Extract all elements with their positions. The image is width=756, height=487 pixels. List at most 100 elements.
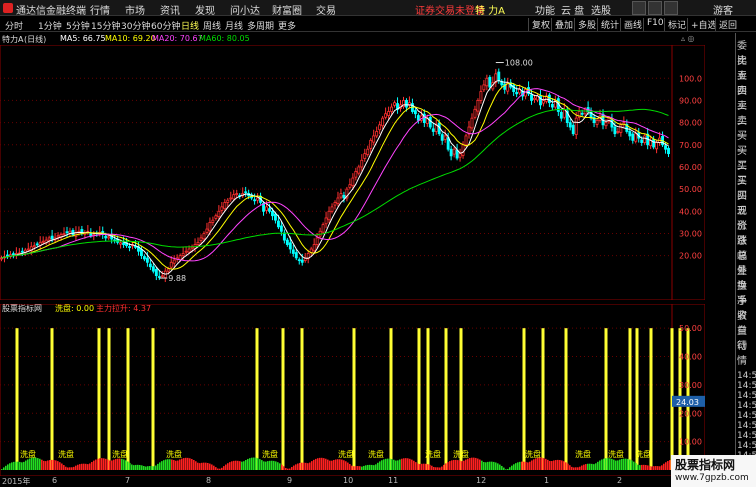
histogram-bar — [405, 458, 407, 470]
candle-body — [157, 276, 161, 278]
histogram-bar — [579, 466, 581, 470]
histogram-bar — [431, 465, 433, 470]
tab-5min[interactable]: 5分钟 — [66, 19, 90, 32]
histogram-bar — [153, 466, 155, 470]
signal-bar — [649, 328, 653, 470]
histogram-bar — [521, 461, 523, 470]
histogram-bar — [301, 462, 303, 470]
tab-intraday[interactable]: 分时 — [5, 19, 23, 32]
back-button[interactable]: 返回 — [715, 18, 740, 31]
histogram-bar — [573, 467, 575, 470]
menu-wealth-circle[interactable]: 财富圈 — [272, 2, 302, 17]
signal-bar — [417, 328, 421, 470]
tab-weekly[interactable]: 周线 — [203, 19, 221, 32]
tab-daily[interactable]: 日线 — [181, 19, 199, 32]
histogram-bar — [581, 465, 583, 470]
candle-body — [348, 184, 352, 188]
mark-button[interactable]: 标记 — [664, 18, 689, 31]
histogram-bar — [649, 466, 651, 470]
candle-body — [199, 237, 203, 241]
tab-multi-period[interactable]: 多周期 — [247, 19, 274, 32]
candle-body — [6, 254, 9, 257]
histogram-bar — [203, 462, 205, 470]
candle-body — [142, 256, 146, 260]
candle-body — [384, 113, 388, 118]
histogram-bar — [297, 463, 299, 470]
histogram-bar — [457, 460, 459, 470]
wash-tag-label: 洗盘 — [58, 449, 74, 459]
multi-stock-button[interactable]: 多股 — [574, 18, 599, 31]
minimize-button[interactable] — [632, 1, 646, 15]
price-tick-label: 40.00 — [679, 207, 702, 216]
histogram-bar — [367, 464, 369, 470]
histogram-bar — [395, 460, 397, 470]
draw-line-button[interactable]: 画线 — [620, 18, 645, 31]
histogram-bar — [9, 463, 11, 470]
histogram-bar — [561, 460, 563, 470]
histogram-bar — [541, 457, 543, 470]
histogram-bar — [399, 459, 401, 470]
menu-quotes[interactable]: 行情 — [90, 2, 110, 17]
maximize-button[interactable] — [648, 1, 662, 15]
histogram-bar — [641, 464, 643, 470]
menu-discover[interactable]: 发现 — [195, 2, 215, 17]
menu-cloud[interactable]: 云 盘 — [561, 2, 584, 17]
signal-bar — [459, 328, 463, 470]
tab-60min[interactable]: 60分钟 — [151, 19, 180, 32]
indicator-chart[interactable]: 洗盘 洗盘 洗盘 洗盘 洗盘 洗盘 洗盘 洗盘 洗盘 洗盘 洗盘 洗盘 洗盘 50.00 40.00 30.… — [0, 304, 705, 476]
histogram-bar — [63, 465, 65, 470]
histogram-bar — [565, 462, 567, 470]
trade-time: 14:50 — [737, 411, 756, 421]
histogram-bar — [255, 457, 257, 470]
tab-monthly[interactable]: 月线 — [225, 19, 243, 32]
candle-body — [652, 139, 656, 148]
candle-body — [256, 197, 260, 201]
histogram-bar — [283, 466, 285, 470]
histogram-bar — [421, 463, 423, 470]
histogram-bar — [553, 460, 555, 470]
statistics-button[interactable]: 统计 — [597, 18, 622, 31]
date-label-9: 9 — [287, 476, 293, 485]
overlay-button[interactable]: 叠加 — [551, 18, 576, 31]
menu-ask-assistant[interactable]: 问小达 — [230, 2, 260, 17]
histogram-bar — [309, 462, 311, 470]
candle-body — [655, 142, 659, 150]
candle-body — [628, 131, 632, 137]
date-label-8: 8 — [206, 476, 212, 485]
tab-more[interactable]: 更多 — [278, 19, 296, 32]
menu-news[interactable]: 资讯 — [160, 2, 180, 17]
tab-1min[interactable]: 1分钟 — [38, 19, 62, 32]
tab-30min[interactable]: 30分钟 — [121, 19, 150, 32]
histogram-bar — [239, 461, 241, 470]
price-tick-label: 60.00 — [679, 163, 702, 172]
histogram-bar — [107, 459, 109, 470]
candlestick-chart[interactable]: 100.0 90.00 80.00 70.00 60.00 50.00 40.00 30.00… — [0, 45, 705, 300]
histogram-bar — [455, 459, 457, 470]
chart-settings-icon[interactable]: ▵ ◎ — [681, 34, 695, 43]
histogram-bar — [81, 463, 83, 470]
histogram-bar — [653, 466, 655, 470]
candle-body — [440, 134, 444, 141]
menu-functions[interactable]: 功能 — [535, 2, 555, 17]
close-button[interactable] — [664, 1, 678, 15]
histogram-bar — [7, 464, 9, 470]
histogram-bar — [231, 461, 233, 470]
signal-bar — [444, 328, 448, 470]
menu-market[interactable]: 市场 — [125, 2, 145, 17]
histogram-bar — [295, 464, 297, 470]
menu-trade[interactable]: 交易 — [316, 2, 336, 17]
tab-15min[interactable]: 15分钟 — [91, 19, 120, 32]
histogram-bar — [333, 459, 335, 470]
histogram-bar — [49, 460, 51, 470]
candle-body — [604, 122, 608, 127]
histogram-bar — [343, 460, 345, 470]
histogram-bar — [235, 460, 237, 470]
sidebar-label[interactable]: 行情 — [737, 337, 756, 367]
histogram-bar — [315, 458, 317, 470]
adjust-button[interactable]: 复权 — [528, 18, 553, 31]
histogram-bar — [577, 467, 579, 470]
histogram-bar — [643, 464, 645, 470]
histogram-bar — [229, 462, 231, 470]
user-guest[interactable]: 游客 — [713, 2, 733, 17]
menu-stock-picker[interactable]: 选股 — [591, 2, 611, 17]
